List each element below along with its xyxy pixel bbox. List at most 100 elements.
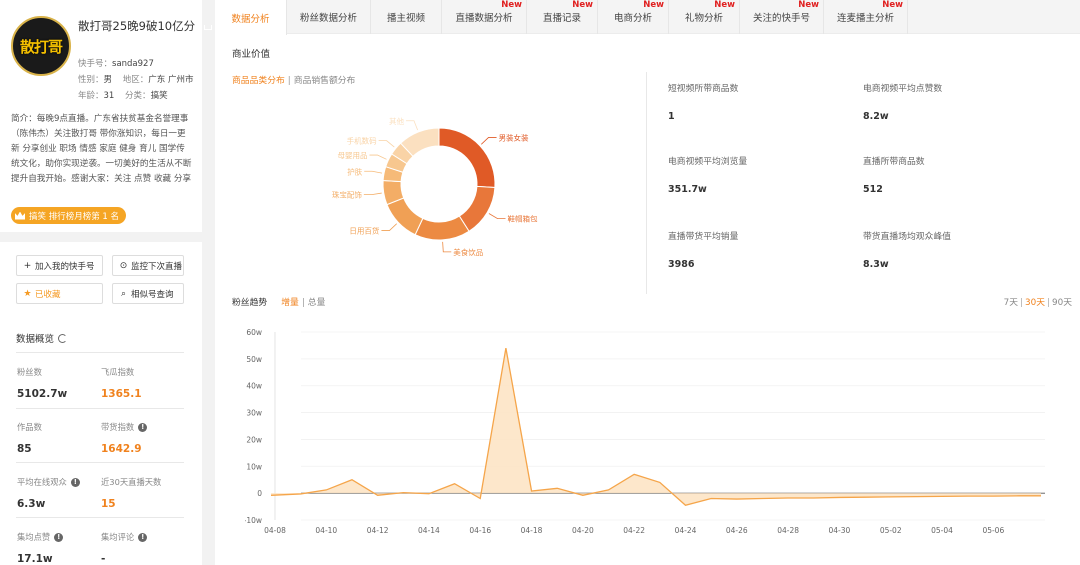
donut-label: 美食饮品 [453, 247, 483, 257]
x-tick-label: 04-20 [572, 526, 594, 535]
kpi-value: 1 [668, 111, 675, 122]
plus-icon: + [23, 260, 32, 271]
stat-label: 粉丝数 [17, 367, 42, 377]
range-selector: 7天 | 30天 | 90天 [1004, 295, 1072, 308]
avatar[interactable]: 散打哥 [11, 16, 71, 76]
tab-label: 播主视频 [386, 13, 425, 24]
stat-value: 15 [101, 498, 116, 510]
y-tick-label: 0 [257, 489, 262, 498]
range-7-days[interactable]: 7天 [1004, 298, 1018, 308]
info-icon[interactable]: ! [54, 532, 64, 542]
stat-value: 17.1w [17, 553, 53, 565]
kpi-label: 电商视频平均浏览量 [668, 157, 748, 167]
category: 搞笑 [150, 91, 168, 101]
avatar-text: 散打哥 [19, 37, 63, 56]
profile-sidebar: 散打哥 散打哥25晚9破10亿分 快手号：sanda927 性别：男 地区：广东… [0, 0, 213, 565]
tab-videos[interactable]: 播主视频 [371, 0, 442, 34]
stat-value: 1642.9 [101, 443, 142, 455]
tab-live-analysis[interactable]: 直播数据分析 New [442, 0, 527, 34]
x-tick-label: 04-14 [418, 526, 440, 535]
tab-gifts[interactable]: 礼物分析 New [669, 0, 740, 34]
tab-data-analysis[interactable]: 数据分析 [215, 0, 287, 35]
donut-label: 鞋帽箱包 [508, 214, 538, 224]
stat-avg-likes: 集均点赞! 17.1w [17, 531, 64, 565]
stat-label: 集均评论 [101, 532, 135, 542]
range-separator: | [1020, 298, 1024, 308]
donut-label: 其他 [389, 116, 404, 126]
y-tick-label: 20w [246, 435, 262, 444]
gender-region-row: 性别：男 地区：广东 广州市 [78, 73, 193, 85]
stat-label: 作品数 [17, 422, 42, 432]
stat-avg-online: 平均在线观众! 6.3w [17, 476, 80, 510]
x-tick-label: 04-24 [675, 526, 697, 535]
range-30-days[interactable]: 30天 [1025, 298, 1045, 308]
kuaishou-id-label: 快手号： [78, 59, 113, 69]
tab-label: 礼物分析 [684, 13, 723, 24]
kpi-label: 带货直播场均观众峰值 [863, 232, 951, 242]
x-tick-label: 04-26 [726, 526, 748, 535]
fans-trend-title: 粉丝趋势 [232, 298, 268, 308]
info-icon[interactable]: ! [138, 422, 148, 432]
kpi-live-avg-sales: 直播带货平均销量 3986 [668, 229, 738, 270]
add-my-kuaishou-button[interactable]: + 加入我的快手号 [16, 255, 103, 276]
info-icon[interactable]: ! [138, 532, 148, 542]
range-90-days[interactable]: 90天 [1052, 298, 1072, 308]
stat-label-row: 平均在线观众! [17, 476, 80, 488]
kpi-live-peak-viewers: 带货直播场均观众峰值 8.3w [863, 229, 951, 270]
kpi-value: 8.2w [863, 111, 889, 122]
tab-co-stream[interactable]: 连麦播主分析 New [824, 0, 908, 34]
stat-sales-index: 带货指数! 1642.9 [101, 421, 148, 455]
tab-label: 粉丝数据分析 [299, 13, 357, 24]
similar-search-button[interactable]: ⌕ 相似号查询 [112, 283, 184, 304]
x-tick-label: 04-08 [264, 526, 286, 535]
subtab-sales-distribution[interactable]: 商品销售额分布 [294, 76, 356, 86]
x-tick-label: 05-04 [931, 526, 953, 535]
rank-badge[interactable]: 搞笑 排行榜月榜第 1 名 [11, 207, 127, 224]
donut-slice[interactable] [386, 197, 424, 236]
collected-button[interactable]: ★ 已收藏 [16, 283, 103, 304]
y-tick-label: -10w [245, 516, 262, 525]
kpi-live-products: 直播所带商品数 512 [863, 154, 925, 195]
stat-label: 近30天直播天数 [101, 477, 162, 487]
donut-slice[interactable] [438, 127, 496, 189]
age: 31 [103, 91, 115, 101]
kpi-label: 直播带货平均销量 [668, 232, 739, 242]
kpi-label: 电商视频平均点赞数 [863, 84, 943, 94]
y-tick-label: 50w [246, 355, 262, 364]
stat-value: - [101, 553, 106, 565]
subtab-separator: | [301, 298, 305, 308]
stat-value: 5102.7w [17, 388, 68, 400]
donut-slice[interactable] [414, 215, 470, 241]
stat-label: 集均点赞 [17, 532, 51, 542]
tab-live-records[interactable]: 直播记录 New [527, 0, 598, 34]
subtab-category-distribution[interactable]: 商品品类分布 [232, 76, 285, 86]
overview-divider [16, 517, 184, 518]
monitor-live-button[interactable]: ⊙ 监控下次直播 [112, 255, 184, 276]
refresh-icon[interactable] [58, 333, 68, 343]
x-tick-label: 04-30 [829, 526, 851, 535]
donut-label-line [481, 137, 497, 145]
overview-title: 数据概览 [16, 331, 68, 345]
overview-divider [16, 352, 184, 353]
search-icon: ⌕ [120, 288, 127, 299]
stat-avg-comments: 集均评论! - [101, 531, 148, 565]
line-chart-svg: -10w 0 10w 20w 30w 40w 50w 60w 04-08 04-10 04-12 04… [244, 328, 1045, 535]
x-tick-label: 04-18 [521, 526, 543, 535]
age-label: 年龄： [78, 91, 104, 101]
category-donut-chart: 男装女装 鞋帽箱包 美食饮品 日用百货 珠宝配饰 护肤 母婴用品 手机数码 其他 [215, 92, 635, 292]
donut-label-line [364, 170, 383, 174]
info-icon[interactable]: ! [70, 477, 80, 487]
kuaishou-id: sanda927 [112, 59, 154, 69]
tab-fans-analysis[interactable]: 粉丝数据分析 [287, 0, 371, 34]
collected-label: 已收藏 [35, 289, 61, 300]
section-divider [0, 232, 202, 242]
tab-following[interactable]: 关注的快手号 New [740, 0, 824, 34]
stat-label: 带货指数 [101, 422, 135, 432]
subtab-increment[interactable]: 增量 [281, 298, 299, 308]
subtab-total[interactable]: 总量 [308, 298, 326, 308]
tab-ecommerce[interactable]: 电商分析 New [598, 0, 669, 34]
kpi-short-video-products: 短视频所带商品数 1 [668, 81, 738, 122]
stat-label-row: 集均评论! [101, 531, 148, 543]
profile-card: 散打哥 散打哥25晚9破10亿分 快手号：sanda927 性别：男 地区：广东… [0, 0, 213, 232]
donut-label-line [442, 241, 452, 253]
